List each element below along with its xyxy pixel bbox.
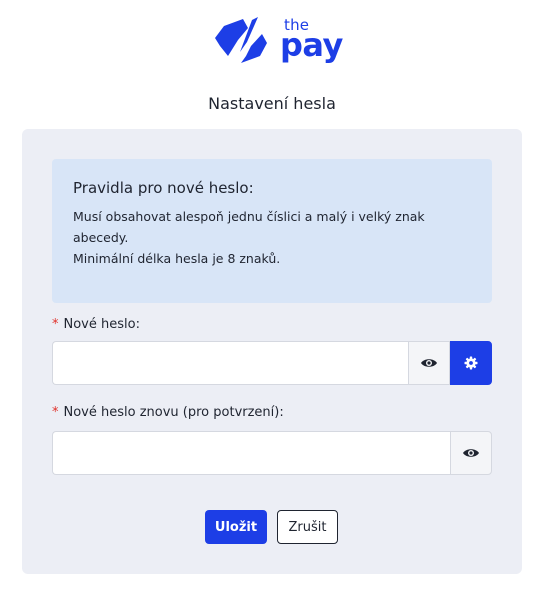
confirm-password-label: * Nové heslo znovu (pro potvrzení): <box>52 405 284 420</box>
logo: the pay <box>212 16 343 66</box>
new-password-label-text: Nové heslo: <box>63 317 140 332</box>
new-password-input[interactable] <box>52 341 408 385</box>
rules-line: Minimální délka hesla je 8 znaků. <box>73 251 281 266</box>
generate-password-button[interactable] <box>450 341 492 385</box>
save-button[interactable]: Uložit <box>205 510 267 544</box>
rules-line: abecedy. <box>73 230 129 245</box>
required-marker: * <box>52 317 59 332</box>
password-rules-box: Pravidla pro nové heslo: Musí obsahovat … <box>52 159 492 303</box>
rules-title: Pravidla pro nové heslo: <box>73 179 254 197</box>
cancel-button[interactable]: Zrušit <box>277 510 338 544</box>
logo-text-pay: pay <box>280 26 343 64</box>
confirm-password-label-text: Nové heslo znovu (pro potvrzení): <box>63 405 284 420</box>
new-password-label: * Nové heslo: <box>52 317 140 332</box>
thepay-logo-icon <box>215 17 267 63</box>
gear-icon <box>464 356 478 370</box>
new-password-group <box>52 341 492 385</box>
password-form-card: Pravidla pro nové heslo: Musí obsahovat … <box>22 129 522 574</box>
required-marker: * <box>52 405 59 420</box>
eye-icon <box>421 359 437 367</box>
rules-line: Musí obsahovat alespoň jednu číslici a m… <box>73 209 425 224</box>
show-confirm-password-button[interactable] <box>450 431 492 475</box>
confirm-password-input[interactable] <box>52 431 450 475</box>
confirm-password-group <box>52 431 492 475</box>
page-title: Nastavení hesla <box>208 94 336 113</box>
show-password-button[interactable] <box>408 341 450 385</box>
eye-icon <box>463 449 479 457</box>
